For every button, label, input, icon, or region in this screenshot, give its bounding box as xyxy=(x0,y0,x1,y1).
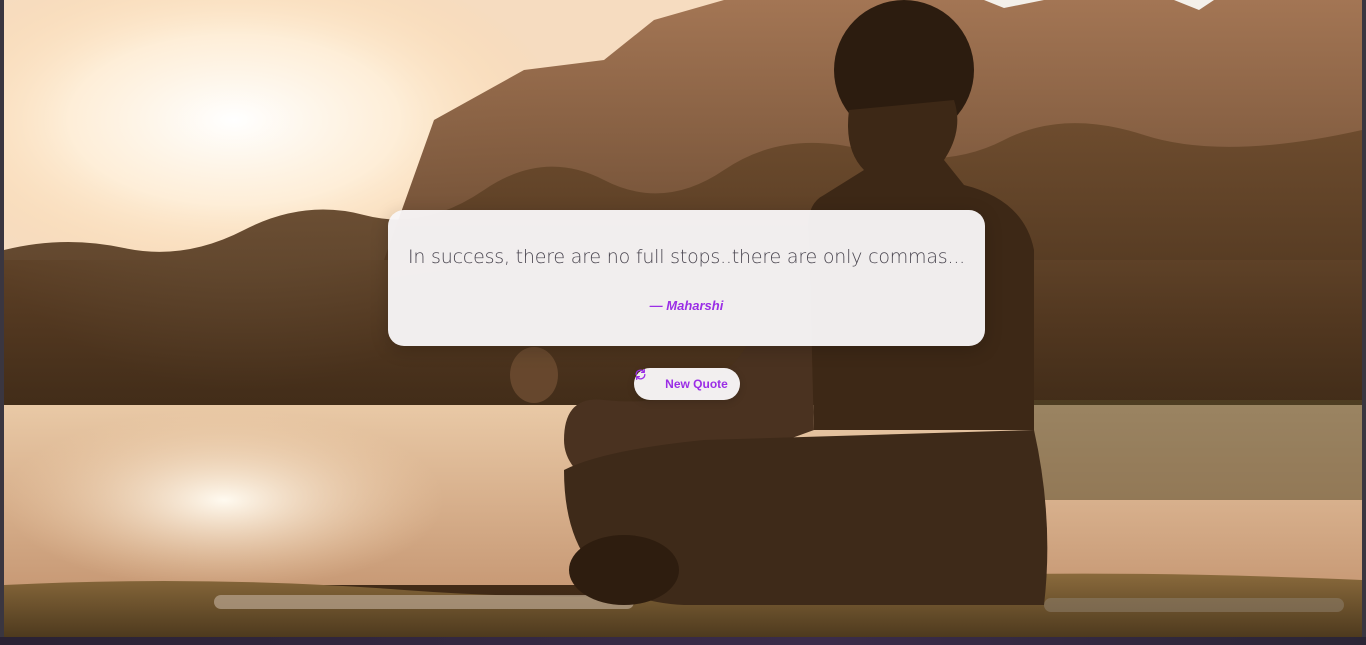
quote-author: — Maharshi xyxy=(649,298,724,313)
background-photo: In success, there are no full stops..the… xyxy=(4,0,1362,637)
app-window: In success, there are no full stops..the… xyxy=(0,0,1366,645)
new-quote-button[interactable]: New Quote xyxy=(634,368,740,400)
new-quote-label: New Quote xyxy=(665,377,728,391)
bottom-edge xyxy=(0,637,1366,645)
refresh-icon xyxy=(635,368,659,391)
quote-text: In success, there are no full stops..the… xyxy=(407,246,966,268)
quote-card: In success, there are no full stops..the… xyxy=(388,210,985,346)
